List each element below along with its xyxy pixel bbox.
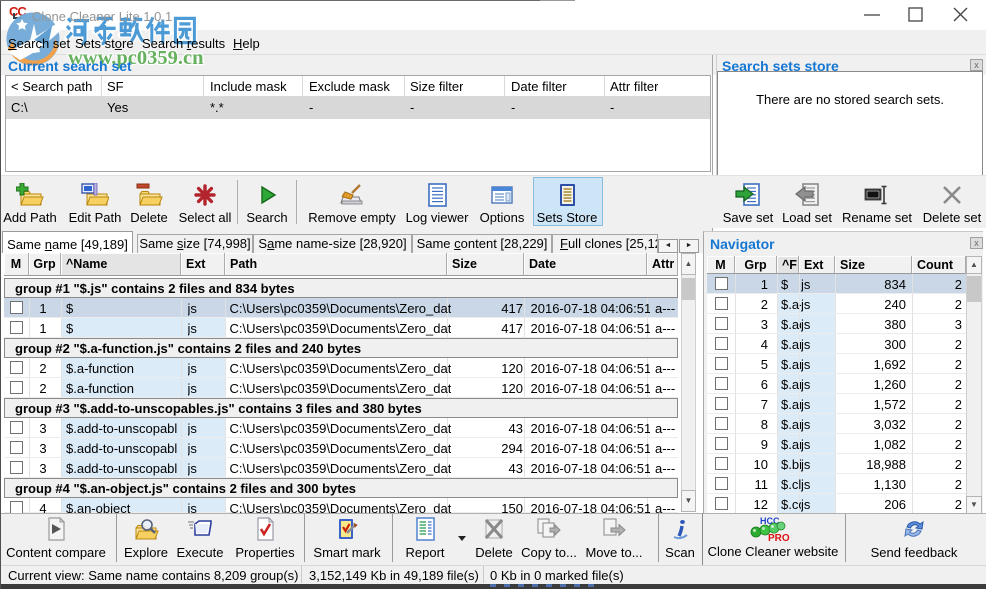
svg-text:PRO: PRO [768, 533, 790, 543]
